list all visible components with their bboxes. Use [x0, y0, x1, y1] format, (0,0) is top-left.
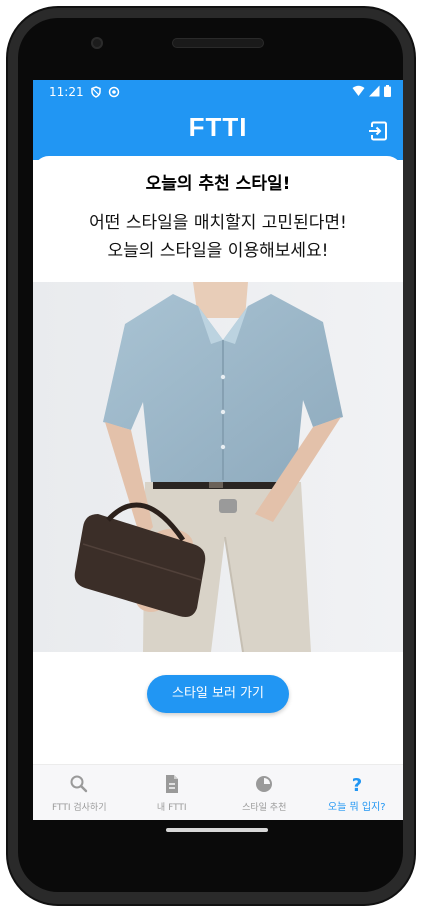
- nav-label: 내 FTTI: [156, 803, 187, 813]
- app-bar: FTTI: [33, 104, 403, 160]
- pie-chart-icon: [256, 776, 273, 792]
- app-screen: 11:21 FTTI 오늘의 추천 스타일! 어떤 스타일을 매치할지 고민된다…: [33, 80, 403, 820]
- earpiece-speaker: [172, 38, 264, 48]
- bottom-navigation: FTTI 검사하기 내 FTTI 스타일 추천 ? 오늘 뭐 입지?: [33, 764, 403, 820]
- nav-item-style-recommend[interactable]: 스타일 추천: [218, 765, 311, 820]
- front-camera-icon: [91, 37, 103, 49]
- nav-label: FTTI 검사하기: [52, 803, 107, 813]
- logout-icon[interactable]: [367, 120, 389, 142]
- nav-item-what-to-wear[interactable]: ? 오늘 뭐 입지?: [311, 765, 404, 820]
- view-style-button[interactable]: 스타일 보러 가기: [147, 675, 289, 713]
- svg-text:?: ?: [352, 775, 362, 794]
- sync-circle-icon: [108, 86, 119, 98]
- home-indicator: [166, 828, 268, 832]
- question-icon: ?: [352, 775, 362, 794]
- nav-label: 오늘 뭐 입지?: [327, 802, 386, 813]
- document-icon: [165, 775, 178, 793]
- outfit-illustration: [33, 282, 403, 652]
- section-heading: 오늘의 추천 스타일!: [145, 174, 291, 194]
- status-right-icons: [352, 85, 391, 97]
- battery-icon: [384, 85, 391, 97]
- nav-item-ftti-test[interactable]: FTTI 검사하기: [33, 765, 126, 820]
- status-time: 11:21: [49, 85, 84, 99]
- nav-label: 스타일 추천: [242, 803, 287, 813]
- status-bar: 11:21: [33, 80, 403, 104]
- subtitle-line-1: 어떤 스타일을 매치할지 고민된다면!: [89, 213, 347, 233]
- nav-item-my-ftti[interactable]: 내 FTTI: [126, 765, 219, 820]
- search-icon: [70, 775, 88, 793]
- vpn-shield-icon: [90, 86, 101, 98]
- cell-signal-icon: [369, 85, 380, 97]
- content-card: 오늘의 추천 스타일! 어떤 스타일을 매치할지 고민된다면! 오늘의 스타일을…: [33, 156, 403, 766]
- wifi-icon: [352, 85, 365, 96]
- app-title: FTTI: [188, 112, 248, 142]
- subtitle-line-2: 오늘의 스타일을 이용해보세요!: [107, 241, 329, 261]
- style-photo: [33, 282, 403, 652]
